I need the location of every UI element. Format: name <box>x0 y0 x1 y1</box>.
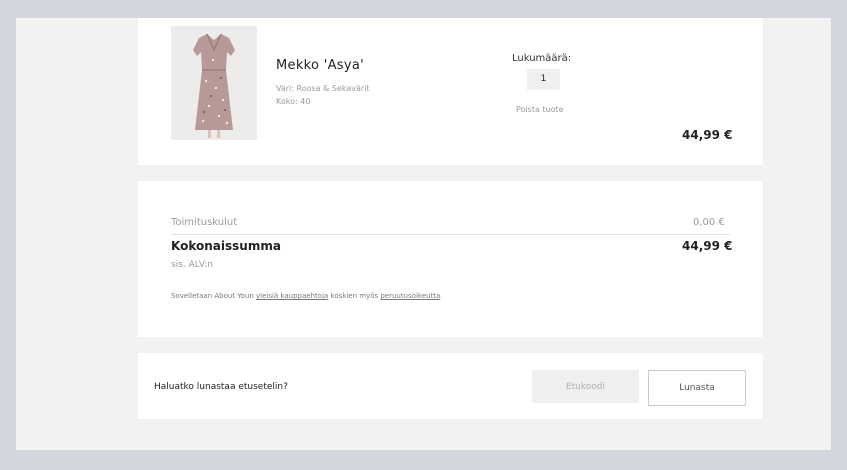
total-label: Kokonaissumma <box>171 239 281 253</box>
product-color: Väri: Roosa & Sekavärit <box>276 84 370 93</box>
terms-middle: koskien myös <box>328 292 381 300</box>
order-summary-card <box>138 181 763 337</box>
remove-item-link[interactable]: Poista tuote <box>516 105 564 114</box>
terms-prefix: Sovelletaan About Youn <box>171 292 257 300</box>
voucher-question: Haluatko lunastaa etusetelin? <box>154 382 288 392</box>
product-size: Koko: 40 <box>276 97 311 106</box>
product-name[interactable]: Mekko 'Asya' <box>276 58 364 73</box>
terms-link-general[interactable]: yleisiä kauppaehtoja <box>256 292 328 300</box>
terms-text: Sovelletaan About Youn yleisiä kauppaeht… <box>171 292 442 300</box>
quantity-label: Lukumäärä: <box>512 53 572 64</box>
redeem-voucher-button[interactable]: Lunasta <box>648 370 746 406</box>
quantity-selector[interactable]: 1 <box>527 69 560 90</box>
floral-dress-image <box>171 26 257 140</box>
summary-divider <box>171 234 730 235</box>
voucher-code-input[interactable] <box>532 370 639 403</box>
total-value: 44,99 € <box>682 239 733 253</box>
terms-suffix: . <box>440 292 443 300</box>
shipping-value: 0,00 € <box>693 217 725 228</box>
shipping-label: Toimituskulut <box>171 217 238 228</box>
item-price: 44,99 € <box>682 128 733 142</box>
product-image[interactable] <box>171 26 257 140</box>
vat-note: sis. ALV:n <box>171 260 213 270</box>
terms-link-withdrawal[interactable]: peruutusoikeutta <box>380 292 440 300</box>
